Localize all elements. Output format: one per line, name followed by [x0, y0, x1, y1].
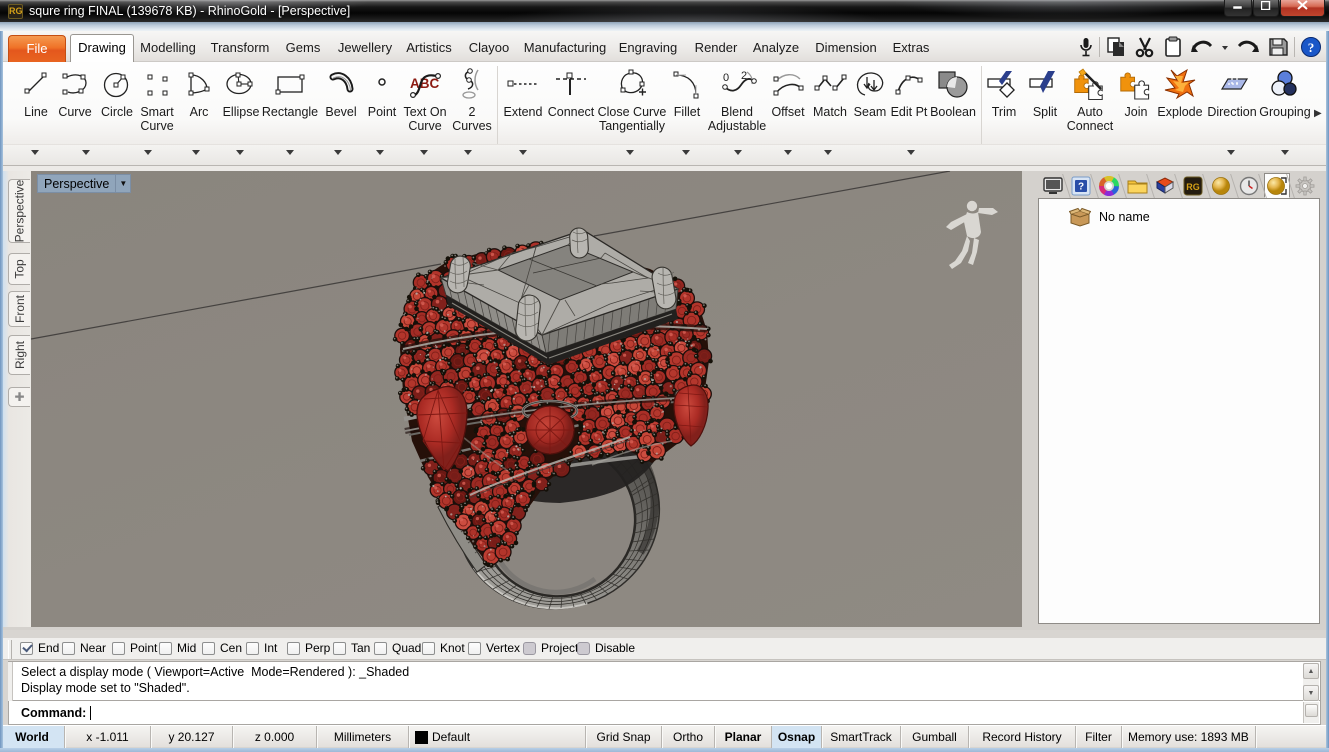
svg-text:RG: RG	[1186, 182, 1200, 192]
svg-text:?: ?	[1078, 181, 1084, 192]
svg-text:0: 0	[723, 72, 729, 84]
svg-text:?: ?	[1308, 40, 1315, 55]
